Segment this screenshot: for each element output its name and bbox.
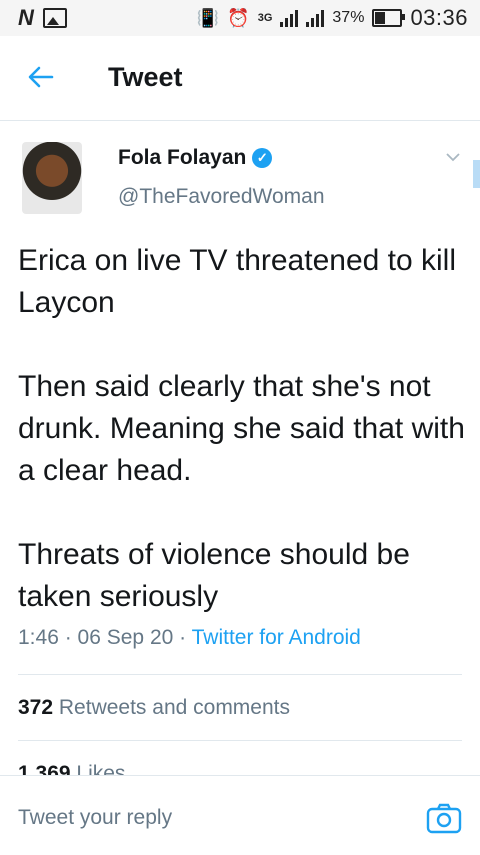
battery-percent: 37%: [332, 9, 365, 26]
reply-bar: Tweet your reply: [0, 775, 480, 855]
tweet-source-link[interactable]: Twitter for Android: [192, 626, 361, 649]
retweets-label: Retweets and comments: [58, 696, 290, 719]
divider: [18, 740, 462, 741]
alarm-icon: ⏰: [227, 8, 250, 28]
app-header: Tweet: [0, 36, 480, 121]
tweet-paragraph: Erica on live TV threatened to kill Layc…: [18, 244, 457, 319]
author-name[interactable]: Fola Folayan ✓: [118, 146, 273, 170]
tweet-meta: 1:46 · 06 Sep 20 · Twitter for Android: [18, 626, 361, 649]
status-bar: N 📳 ⏰ 3G 37% 03:36: [0, 0, 480, 36]
tweet-paragraph: Threats of violence should be taken seri…: [18, 538, 410, 613]
divider: [18, 674, 462, 675]
signal-2-icon: [306, 9, 325, 27]
notification-n-icon: N: [18, 5, 34, 30]
tweet-date: 06 Sep 20: [77, 626, 174, 649]
tweet-body: Erica on live TV threatened to kill Layc…: [18, 240, 468, 618]
retweets-count: 372: [18, 696, 54, 719]
reply-input[interactable]: Tweet your reply: [18, 806, 172, 830]
tweet-paragraph: Then said clearly that she's not drunk. …: [18, 370, 465, 487]
gallery-notification-icon: [42, 8, 67, 28]
vibrate-icon: 📳: [196, 8, 220, 28]
side-tab: [473, 160, 480, 188]
battery-icon: [372, 9, 406, 27]
network-type: 3G: [257, 12, 273, 24]
chevron-down-icon[interactable]: [446, 150, 460, 164]
verified-badge-icon: ✓: [252, 148, 273, 168]
page-title: Tweet: [108, 62, 183, 92]
retweets-stat[interactable]: 372 Retweets and comments: [18, 696, 290, 720]
clock: 03:36: [410, 5, 468, 30]
author-name-text: Fola Folayan: [118, 146, 247, 169]
author-handle[interactable]: @TheFavoredWoman: [118, 185, 325, 209]
camera-icon[interactable]: [426, 802, 462, 834]
avatar[interactable]: [22, 142, 82, 214]
back-arrow-icon[interactable]: [26, 62, 56, 92]
tweet-time: 1:46: [18, 626, 59, 649]
signal-icon: [280, 9, 299, 27]
